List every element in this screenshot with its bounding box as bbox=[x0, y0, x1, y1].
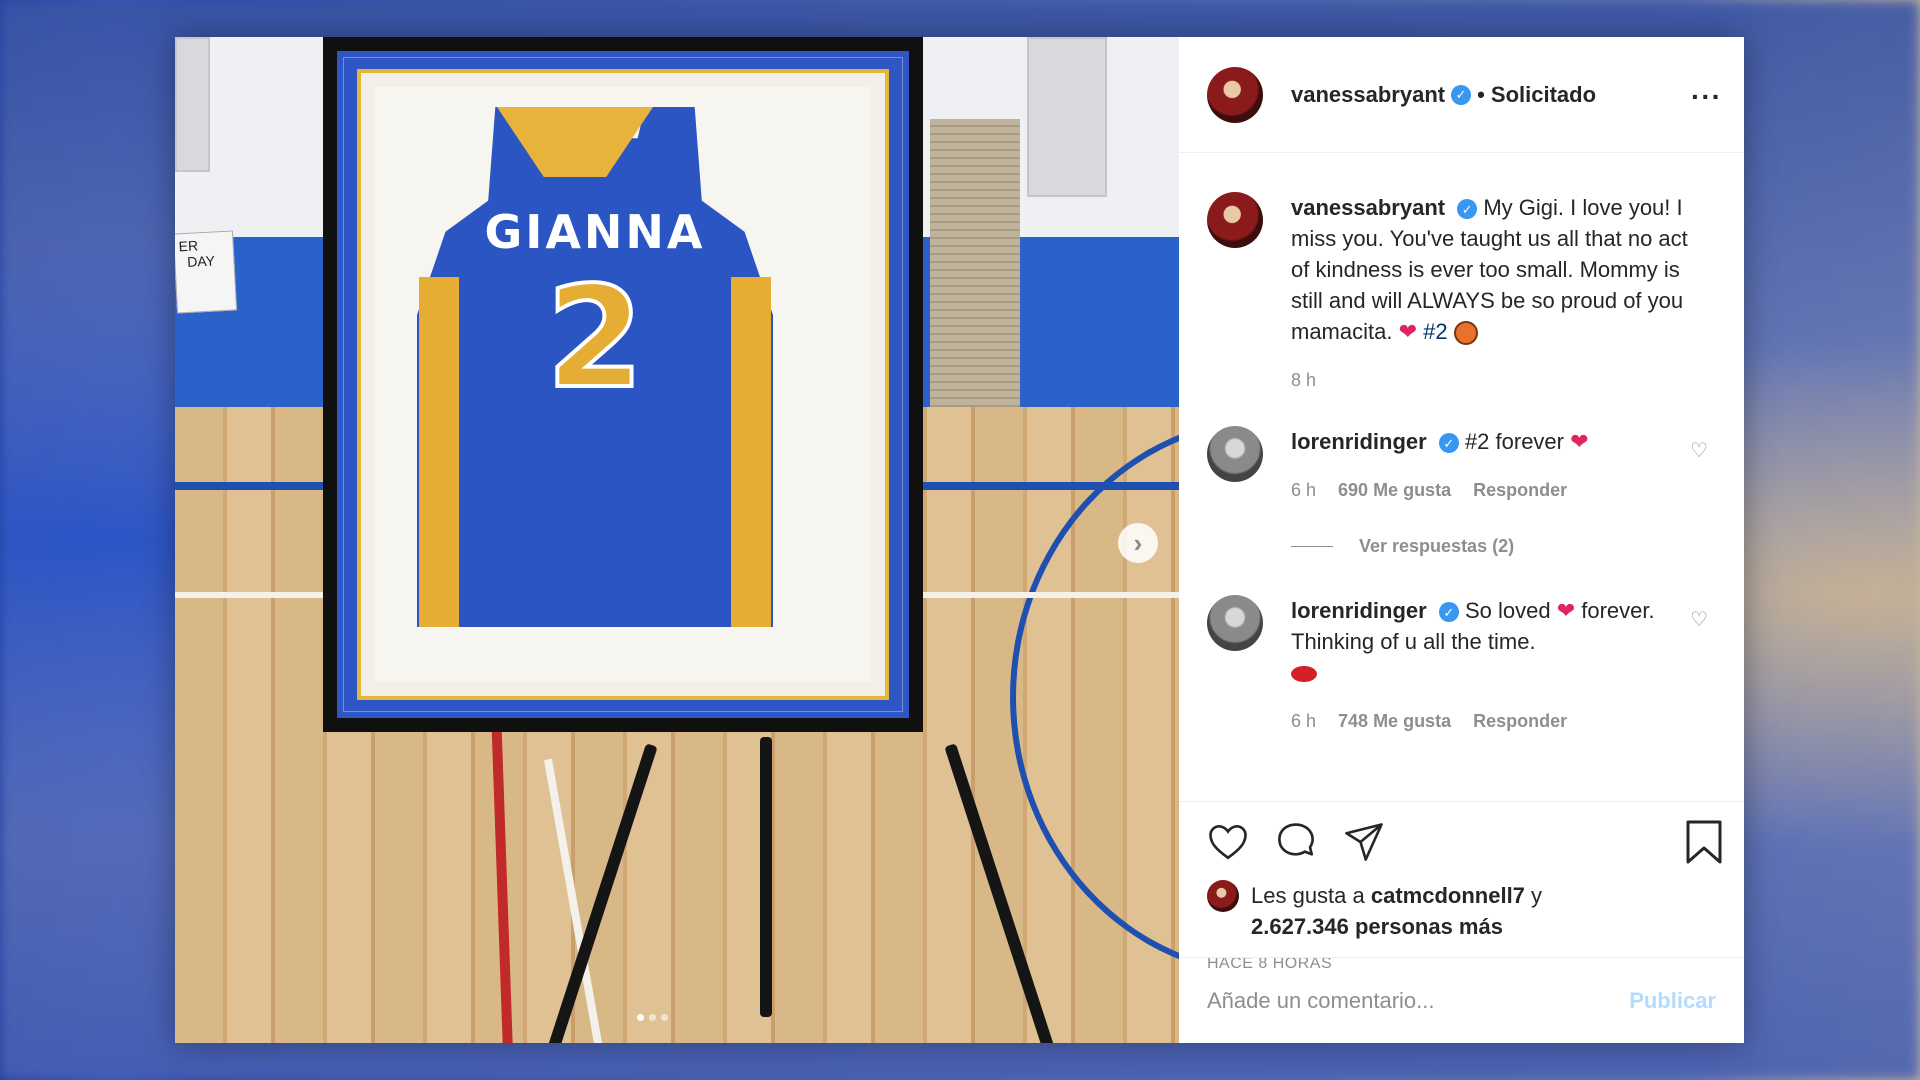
easel-leg bbox=[760, 737, 772, 1017]
caption-time[interactable]: 8 h bbox=[1291, 365, 1316, 396]
publish-button[interactable]: Publicar bbox=[1629, 988, 1716, 1014]
post-side-panel: vanessabryant ✓ • Solicitado ··· vanessa… bbox=[1179, 37, 1744, 1043]
share-send-icon[interactable] bbox=[1343, 821, 1385, 863]
likes-count[interactable]: 2.627.346 personas más bbox=[1251, 914, 1503, 939]
basketball-icon bbox=[1453, 321, 1478, 346]
caption-body: vanessabryant ✓ My Gigi. I love you! I m… bbox=[1291, 192, 1701, 396]
instagram-post-modal: ER DAY GIANNA 2 › vanessabryant ✓ • Soli… bbox=[175, 37, 1744, 1043]
jersey-frame: GIANNA 2 bbox=[323, 37, 923, 732]
comment-bubble-icon[interactable] bbox=[1275, 821, 1317, 863]
comment-text: #2 forever bbox=[1464, 429, 1564, 454]
comment-time[interactable]: 6 h bbox=[1291, 706, 1316, 737]
avatar[interactable] bbox=[1207, 192, 1263, 248]
wall-banner: ER DAY bbox=[175, 230, 238, 314]
carousel-dot-active bbox=[637, 1014, 644, 1021]
chevron-right-icon: › bbox=[1133, 527, 1143, 558]
comment-username[interactable]: lorenridinger bbox=[1291, 429, 1427, 454]
verified-icon: ✓ bbox=[1451, 84, 1472, 105]
heart-outline-icon[interactable]: ♡ bbox=[1690, 607, 1708, 632]
carousel-dot bbox=[649, 1014, 656, 1021]
likes-prefix: Les gusta a bbox=[1251, 883, 1365, 908]
next-photo-button[interactable]: › bbox=[1118, 523, 1158, 563]
post-header: vanessabryant ✓ • Solicitado ··· bbox=[1179, 37, 1744, 153]
more-options-icon[interactable]: ··· bbox=[1691, 81, 1722, 113]
carousel-dot bbox=[661, 1014, 668, 1021]
bookmark-icon[interactable] bbox=[1684, 820, 1724, 864]
replies-divider bbox=[1291, 546, 1333, 547]
red-heart-icon: ❤ bbox=[1570, 429, 1589, 454]
comment-body: lorenridinger ✓ So loved ❤ forever. Thin… bbox=[1291, 595, 1701, 737]
caption-meta: 8 h bbox=[1291, 365, 1701, 396]
view-replies-button[interactable]: Ver respuestas (2) bbox=[1291, 536, 1716, 557]
heart-outline-icon[interactable]: ♡ bbox=[1690, 438, 1708, 463]
follow-status[interactable]: • Solicitado bbox=[1477, 82, 1596, 108]
comment-meta: 6 h 690 Me gusta Responder bbox=[1291, 475, 1701, 506]
carousel-dots bbox=[637, 1014, 668, 1021]
reply-button[interactable]: Responder bbox=[1473, 706, 1567, 737]
likes-suffix: y bbox=[1531, 883, 1543, 908]
jersey-number: 2 bbox=[544, 255, 645, 422]
kiss-lips-icon bbox=[1291, 666, 1317, 683]
frame-border: GIANNA 2 bbox=[337, 51, 909, 718]
comment-body: lorenridinger ✓ #2 forever ❤ 6 h 690 Me … bbox=[1291, 426, 1701, 506]
comments-list[interactable]: vanessabryant ✓ My Gigi. I love you! I m… bbox=[1179, 154, 1744, 799]
jersey-backdrop: GIANNA 2 bbox=[375, 87, 871, 682]
caption-username[interactable]: vanessabryant bbox=[1291, 195, 1445, 220]
comment-item: lorenridinger ✓ So loved ❤ forever. Thin… bbox=[1207, 595, 1716, 737]
header-username[interactable]: vanessabryant bbox=[1291, 82, 1445, 108]
likes-text: Les gusta a catmcdonnell7 y 2.627.346 pe… bbox=[1251, 880, 1542, 942]
caption: vanessabryant ✓ My Gigi. I love you! I m… bbox=[1207, 192, 1716, 396]
action-bar bbox=[1179, 801, 1744, 881]
comment-input[interactable] bbox=[1207, 987, 1630, 1014]
avatar[interactable] bbox=[1207, 595, 1263, 651]
liker-username[interactable]: catmcdonnell7 bbox=[1371, 883, 1525, 908]
comment-likes[interactable]: 748 Me gusta bbox=[1338, 706, 1451, 737]
add-comment-bar: Publicar bbox=[1179, 957, 1744, 1043]
hashtag-link[interactable]: #2 bbox=[1423, 319, 1447, 344]
reply-button[interactable]: Responder bbox=[1473, 475, 1567, 506]
jersey-name: GIANNA bbox=[484, 205, 706, 259]
comment-text: So loved bbox=[1464, 598, 1551, 623]
frame-mat: GIANNA 2 bbox=[357, 69, 889, 700]
comment-likes[interactable]: 690 Me gusta bbox=[1338, 475, 1451, 506]
comment-item: lorenridinger ✓ #2 forever ❤ 6 h 690 Me … bbox=[1207, 426, 1716, 506]
verified-icon: ✓ bbox=[1438, 602, 1459, 623]
comment-username[interactable]: lorenridinger bbox=[1291, 598, 1427, 623]
wall-panel bbox=[175, 37, 210, 172]
verified-icon: ✓ bbox=[1438, 433, 1459, 454]
avatar[interactable] bbox=[1207, 66, 1263, 123]
wall-panel bbox=[1027, 37, 1107, 197]
likes-summary: Les gusta a catmcdonnell7 y 2.627.346 pe… bbox=[1207, 880, 1716, 942]
verified-icon: ✓ bbox=[1457, 199, 1478, 220]
avatar[interactable] bbox=[1207, 426, 1263, 482]
gym-door bbox=[930, 119, 1020, 419]
comment-meta: 6 h 748 Me gusta Responder bbox=[1291, 706, 1701, 737]
red-heart-icon: ❤ bbox=[1398, 319, 1418, 344]
liker-avatar[interactable] bbox=[1207, 880, 1239, 912]
like-heart-icon[interactable] bbox=[1207, 821, 1249, 863]
comment-time[interactable]: 6 h bbox=[1291, 475, 1316, 506]
red-heart-icon: ❤ bbox=[1556, 598, 1576, 623]
view-replies-label: Ver respuestas (2) bbox=[1359, 536, 1515, 556]
post-photo[interactable]: ER DAY GIANNA 2 › bbox=[175, 37, 1179, 1043]
